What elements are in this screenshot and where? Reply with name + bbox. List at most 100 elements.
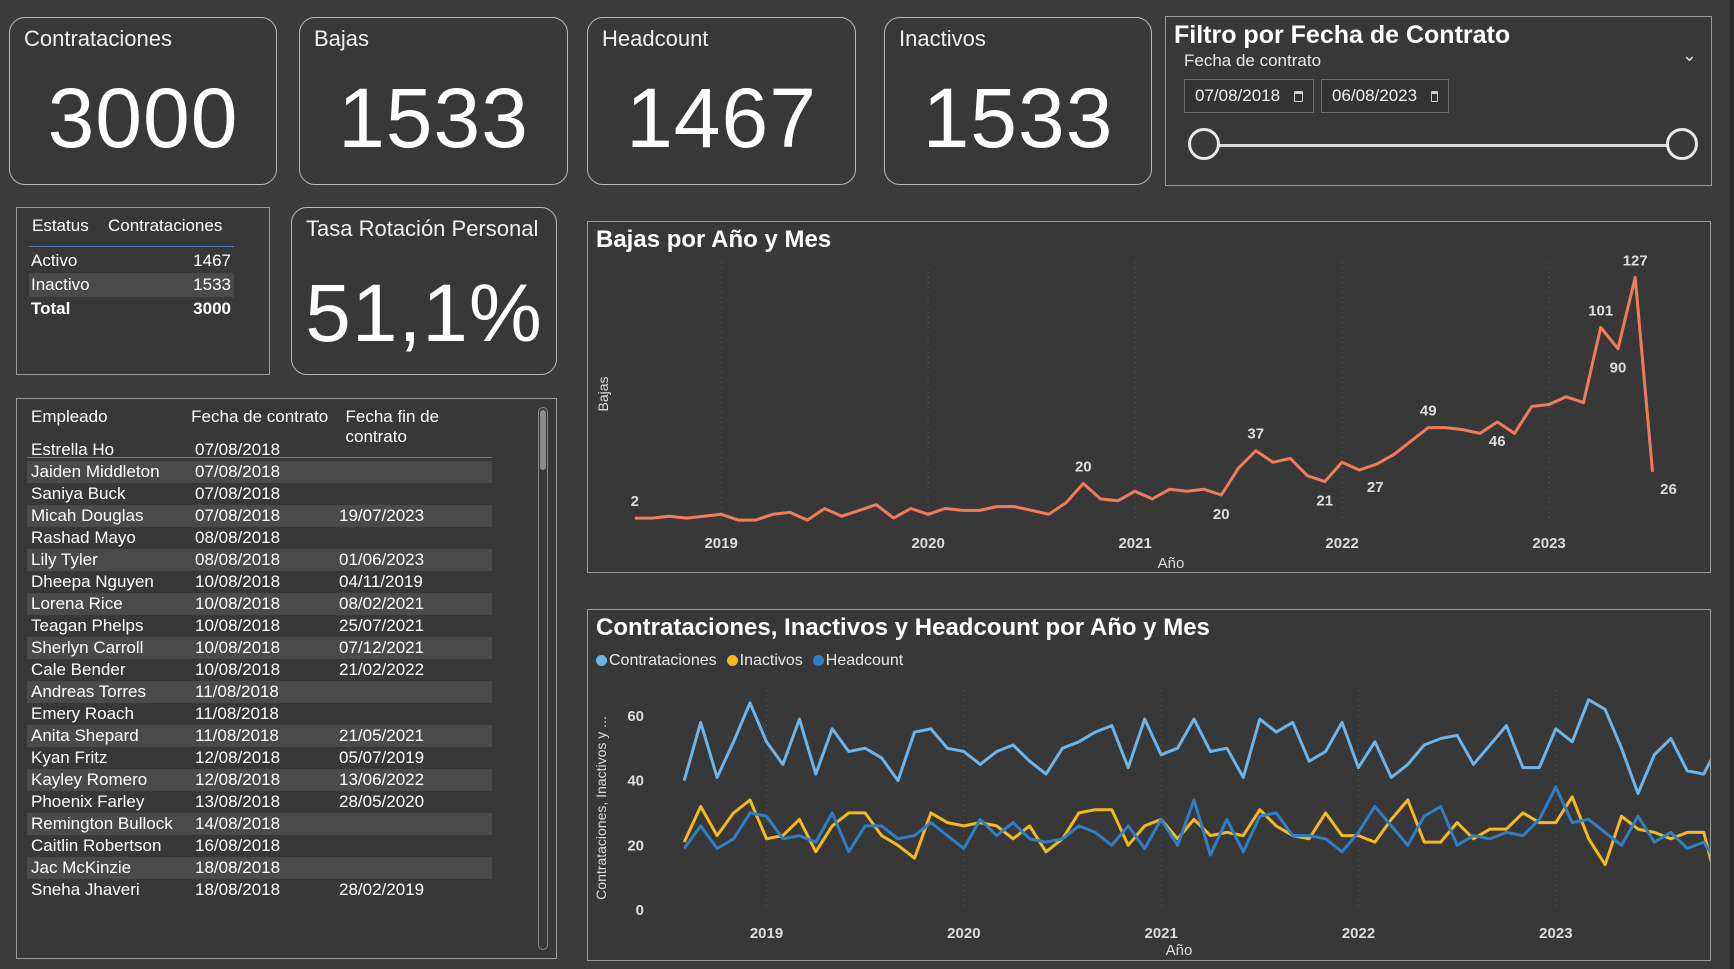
kpi-label: Tasa Rotación Personal (306, 216, 539, 241)
column-header[interactable]: Contrataciones (108, 216, 222, 236)
x-tick-label: 2019 (704, 535, 737, 552)
employee-name-cell: Phoenix Farley (31, 792, 145, 811)
employee-name-cell: Lorena Rice (31, 594, 123, 613)
dashboard-canvas: Contrataciones 3000 Bajas 1533 Headcount… (0, 0, 1734, 969)
table-row[interactable]: Estrella Ho 07/08/2018 (27, 439, 492, 461)
employee-name-cell: Dheepa Nguyen (31, 572, 154, 591)
value-cell: 1533 (193, 275, 231, 294)
table-row[interactable]: Kayley Romero 12/08/2018 13/06/2022 (27, 769, 492, 791)
end-date-cell: 01/06/2023 (339, 550, 425, 569)
table-row: Inactivo 1533 (29, 273, 234, 297)
end-date-cell: 07/12/2021 (339, 638, 425, 657)
employee-name-cell: Caitlin Robertson (31, 836, 162, 855)
data-label: 26 (1660, 481, 1677, 498)
y-axis-title: Contrataciones, Inactivos y ... (593, 716, 609, 900)
hire-date-cell: 07/08/2018 (195, 506, 281, 525)
table-row[interactable]: Remington Bullock 14/08/2018 (27, 813, 492, 835)
hire-date-cell: 13/08/2018 (195, 792, 281, 811)
x-tick-label: 2021 (1118, 535, 1151, 552)
table-row[interactable]: Jaiden Middleton 07/08/2018 (27, 461, 492, 483)
hire-date-cell: 11/08/2018 (195, 704, 279, 723)
table-row[interactable]: Anita Shepard 11/08/2018 21/05/2021 (27, 725, 492, 747)
kpi-label: Contrataciones (24, 26, 172, 51)
kpi-label: Inactivos (899, 26, 986, 51)
y-tick-label: 0 (636, 902, 644, 919)
kpi-label: Bajas (314, 26, 370, 51)
table-row[interactable]: Caitlin Robertson 16/08/2018 (27, 835, 492, 857)
slider-start-handle[interactable] (1188, 128, 1220, 160)
scrollbar-thumb[interactable] (540, 410, 546, 470)
table-row[interactable]: Kyan Fritz 12/08/2018 05/07/2019 (27, 747, 492, 769)
x-tick-label: 2021 (1145, 925, 1178, 942)
x-tick-label: 2023 (1532, 535, 1565, 552)
hire-date-cell: 08/08/2018 (195, 550, 281, 569)
table-row[interactable]: Saniya Buck 07/08/2018 (27, 483, 492, 505)
status-cell: Activo (31, 251, 78, 270)
status-table: Estatus Contrataciones Activo 1467 Inact… (16, 207, 270, 375)
y-tick-label: 20 (627, 837, 644, 854)
x-tick-label: 2020 (947, 925, 980, 942)
hire-date-cell: 14/08/2018 (195, 814, 281, 833)
table-row[interactable]: Teagan Phelps 10/08/2018 25/07/2021 (27, 615, 492, 637)
status-table-grid: Estatus Contrataciones Activo 1467 Inact… (29, 216, 234, 321)
table-row[interactable]: Phoenix Farley 13/08/2018 28/05/2020 (27, 791, 492, 813)
table-row[interactable]: Emery Roach 11/08/2018 (27, 703, 492, 725)
kpi-value: 1533 (338, 71, 529, 165)
employee-table: Empleado Fecha de contrato Fecha fin de … (16, 398, 557, 959)
employee-name-cell: Emery Roach (31, 704, 134, 723)
x-tick-label: 2022 (1342, 925, 1375, 942)
start-date-value: 07/08/2018 (1195, 86, 1281, 105)
total-row: Total 3000 (29, 297, 234, 321)
calendar-icon[interactable] (1294, 90, 1303, 102)
x-tick-label: 2022 (1325, 535, 1358, 552)
chevron-down-icon[interactable]: ⌄ (1682, 45, 1697, 66)
table-row[interactable]: Lily Tyler 08/08/2018 01/06/2023 (27, 549, 492, 571)
status-table-header: Estatus Contrataciones (29, 216, 234, 247)
table-row[interactable]: Sherlyn Carroll 10/08/2018 07/12/2021 (27, 637, 492, 659)
table-row[interactable]: Dheepa Nguyen 10/08/2018 04/11/2019 (27, 571, 492, 593)
hire-date-cell: 18/08/2018 (195, 880, 281, 899)
data-label: 21 (1316, 493, 1333, 510)
data-label: 20 (1075, 458, 1092, 475)
end-date-cell: 28/05/2020 (339, 792, 425, 811)
table-row[interactable]: Cale Bender 10/08/2018 21/02/2022 (27, 659, 492, 681)
x-axis-title: Año (1158, 555, 1185, 572)
y-tick-label: 60 (627, 708, 644, 725)
hire-date-cell: 10/08/2018 (195, 660, 281, 679)
kpi-label: Headcount (602, 26, 709, 51)
kpi-card-inactivos: Inactivos 1533 (884, 17, 1152, 185)
table-row[interactable]: Rashad Mayo 08/08/2018 (27, 527, 492, 549)
table-row[interactable]: Sneha Jhaveri 18/08/2018 28/02/2019 (27, 879, 492, 901)
kpi-card-headcount: Headcount 1467 (587, 17, 856, 185)
table-scrollbar[interactable] (538, 407, 548, 950)
hires-chart-panel: Contrataciones, Inactivos y Headcount po… (587, 609, 1711, 961)
table-row[interactable]: Andreas Torres 11/08/2018 (27, 681, 492, 703)
end-date-input[interactable]: 06/08/2023 (1321, 79, 1449, 113)
start-date-input[interactable]: 07/08/2018 (1184, 79, 1314, 113)
filter-title: Filtro por Fecha de Contrato (1174, 21, 1511, 49)
hire-date-cell: 10/08/2018 (195, 572, 281, 591)
hire-date-cell: 07/08/2018 (195, 440, 281, 459)
data-label: 90 (1610, 360, 1627, 377)
employee-table-body: Estrella Ho 07/08/2018 Jaiden Middleton 07/… (27, 439, 492, 901)
bajas-line-chart[interactable]: 2019 2020 2021 2022 2023AñoBajas220203721274… (588, 222, 1710, 572)
total-label: Total (31, 299, 71, 318)
date-filter-slicer: Filtro por Fecha de Contrato Fecha de co… (1165, 16, 1712, 186)
employee-name-cell: Kayley Romero (31, 770, 148, 789)
hire-date-cell: 07/08/2018 (195, 484, 281, 503)
end-date-cell: 13/06/2022 (339, 770, 425, 789)
slider-end-handle[interactable] (1666, 128, 1698, 160)
table-row[interactable]: Lorena Rice 10/08/2018 08/02/2021 (27, 593, 492, 615)
employee-name-cell: Kyan Fritz (31, 748, 108, 767)
calendar-icon[interactable] (1431, 90, 1438, 102)
table-row[interactable]: Jac McKinzie 18/08/2018 (27, 857, 492, 879)
hire-date-cell: 12/08/2018 (195, 748, 281, 767)
column-header[interactable]: Estatus (29, 216, 108, 236)
employee-name-cell: Teagan Phelps (31, 616, 144, 635)
date-range-slider-track[interactable] (1206, 144, 1681, 147)
employee-name-cell: Andreas Torres (31, 682, 146, 701)
series-line (682, 698, 1710, 795)
table-row: Activo 1467 (29, 249, 234, 273)
hires-line-chart[interactable]: 2019 2020 2021 2022 20230204060AñoContrataci… (588, 610, 1710, 960)
table-row[interactable]: Micah Douglas 07/08/2018 19/07/2023 (27, 505, 492, 527)
